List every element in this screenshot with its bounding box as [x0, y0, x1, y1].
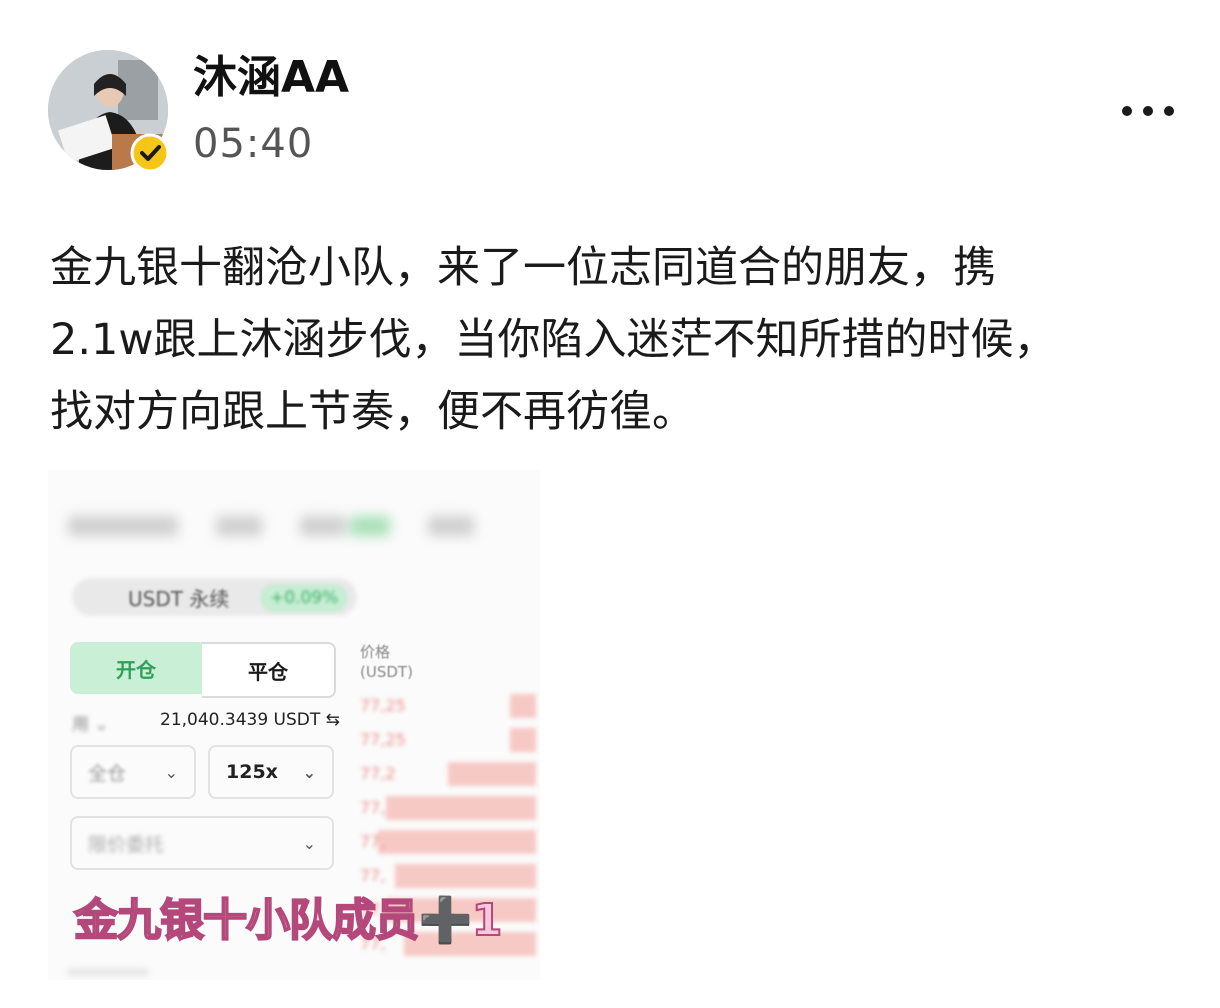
orderbook-price: 77,2 — [360, 764, 396, 783]
available-balance: 21,040.3439 USDT ⇆ — [160, 710, 340, 730]
post-time: 05:40 — [193, 121, 314, 167]
orderbook-header: 价格 (USDT) — [360, 643, 413, 681]
open-position-tab: 开仓 — [70, 642, 202, 694]
post-image[interactable]: USDT 永续 +0.09% 开仓 平仓 用 ⌄ 21,040.3439 USD… — [48, 470, 540, 980]
orderbook-depth-bar — [509, 728, 536, 752]
order-type-select: 限价委托 ⌄ — [70, 816, 334, 870]
post-text-line: 找对方向跟上节奏，便不再彷徨。 — [50, 387, 695, 437]
verified-badge-icon — [130, 133, 170, 173]
blurred-tabs — [68, 510, 508, 540]
orderbook-price: 77, — [360, 832, 386, 851]
orderbook-row: 77,25 — [360, 726, 536, 754]
author-name[interactable]: 沐涵AA — [193, 50, 349, 106]
dot — [1143, 106, 1153, 116]
orderbook-price: 77,25 — [360, 730, 406, 749]
close-position-tab: 平仓 — [202, 642, 336, 698]
orderbook-row: 77,2 — [360, 760, 536, 788]
dot — [1164, 106, 1174, 116]
orderbook-depth-bar — [386, 796, 536, 820]
image-caption: 金九银十小队成员➕1 — [73, 894, 503, 947]
more-dots-icon[interactable] — [1122, 96, 1174, 126]
orderbook-depth-bar — [509, 694, 536, 718]
orderbook-row: 77,25 — [360, 692, 536, 720]
pair-change-badge: +0.09% — [260, 584, 349, 612]
orderbook-depth-bar — [377, 830, 536, 854]
margin-mode-select: 全仓 ⌄ — [70, 745, 196, 799]
pair-name: USDT 永续 — [128, 587, 230, 611]
orderbook-price: 77, — [360, 798, 386, 817]
orderbook-price: 77, — [360, 866, 386, 885]
post-header: 沐涵AA 05:40 — [0, 0, 1220, 200]
post-body: 金九银十翻沧小队，来了一位志同道合的朋友，携 2.1w跟上沐涵步伐，当你陷入迷茫… — [50, 232, 1180, 448]
chevron-down-icon: ⌄ — [164, 762, 178, 782]
chevron-down-icon: ⌄ — [302, 762, 316, 782]
orderbook-price: 77,25 — [360, 696, 406, 715]
blurred-footer — [68, 968, 148, 976]
orderbook-row: 77, — [360, 794, 536, 822]
post-text-line: 金九银十翻沧小队，来了一位志同道合的朋友，携 — [50, 243, 996, 293]
chevron-down-icon: ⌄ — [302, 833, 316, 853]
orderbook-depth-bar — [448, 762, 536, 786]
dot — [1122, 106, 1132, 116]
available-label: 用 ⌄ — [72, 715, 109, 735]
orderbook-row: 77, — [360, 828, 536, 856]
leverage-select: 125x ⌄ — [208, 745, 334, 799]
post-text-line: 2.1w跟上沐涵步伐，当你陷入迷茫不知所措的时候， — [50, 315, 1057, 365]
swap-icon: ⇆ — [325, 710, 340, 730]
